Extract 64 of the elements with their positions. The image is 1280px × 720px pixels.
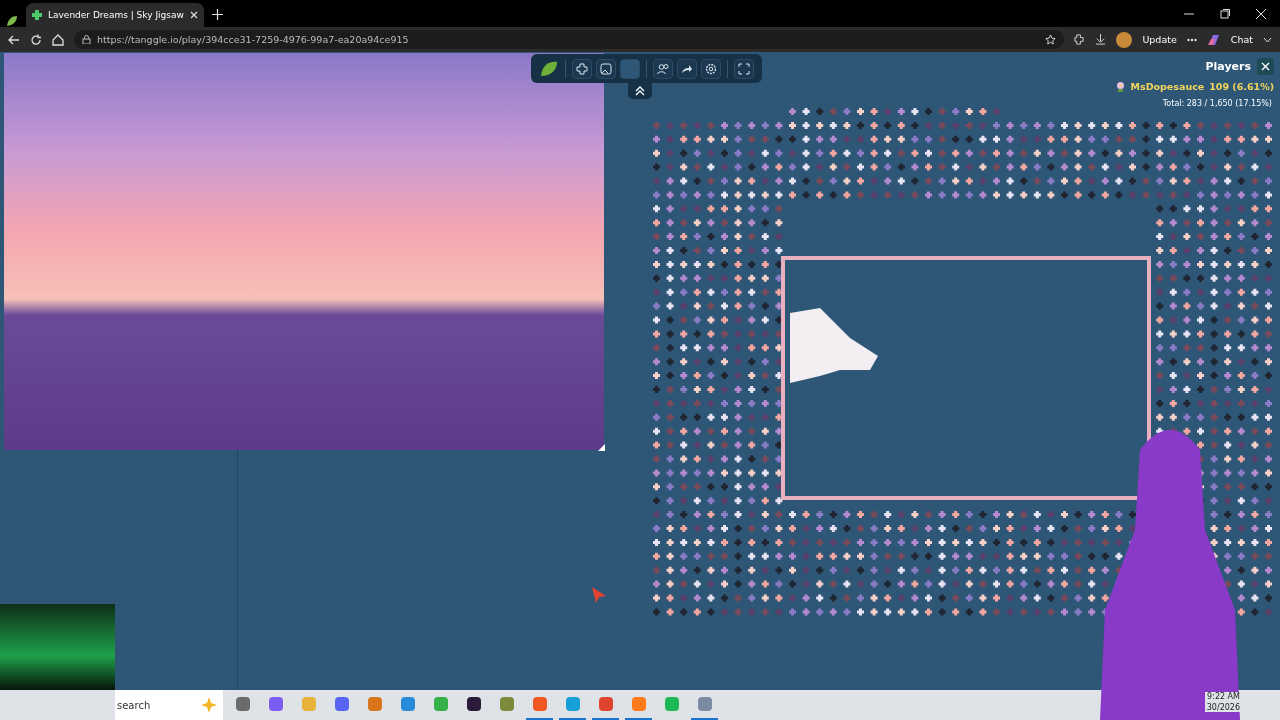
players-title: Players: [1205, 60, 1251, 73]
app-icon: [498, 696, 515, 712]
address-field[interactable]: https://tanggle.io/play/394cce31-7259-4976-99a7-ea20a94ce915: [74, 30, 1065, 49]
image-icon: [600, 62, 612, 75]
chevron-down-icon[interactable]: [1263, 36, 1272, 43]
fullscreen-icon: [738, 62, 750, 75]
extensions-icon[interactable]: [1074, 34, 1086, 45]
puzzle-icon: [576, 62, 588, 75]
double-chevron-up-icon: [635, 86, 645, 96]
close-icon: [1261, 62, 1270, 71]
close-icon[interactable]: [189, 11, 198, 19]
tab-title: Lavender Dreams | Sky Jigsaw: [48, 10, 184, 20]
update-button[interactable]: Update: [1142, 34, 1177, 45]
back-icon[interactable]: [8, 33, 20, 46]
leaf-logo-icon: [539, 59, 559, 78]
app-icon: [300, 696, 317, 712]
resize-handle-icon[interactable]: [598, 444, 605, 451]
app-icon: [465, 696, 482, 712]
app-icon: [630, 696, 647, 712]
player-name: MsDopesauce: [1130, 81, 1205, 92]
player-score: 109 (6.61%): [1209, 81, 1274, 92]
collapse-button[interactable]: [628, 83, 652, 99]
browser-tab[interactable]: Lavender Dreams | Sky Jigsaw: [26, 3, 204, 27]
app-icon: [696, 696, 713, 712]
puzzle-icon: [32, 10, 42, 20]
flower-icon: [1114, 81, 1126, 92]
close-window-icon[interactable]: [1256, 9, 1266, 19]
lock-icon: [82, 35, 91, 44]
search-field[interactable]: search: [115, 690, 223, 720]
close-button[interactable]: [1257, 58, 1274, 75]
home-icon[interactable]: [52, 33, 64, 46]
settings-button[interactable]: [701, 58, 721, 79]
app-icon: [564, 696, 581, 712]
leaf-icon: [6, 15, 18, 27]
total-count: Total: 283 / 1,650 (17.15%): [1160, 98, 1274, 109]
users-icon: [656, 62, 670, 75]
app-icon: [432, 696, 449, 712]
app-icon: [663, 696, 680, 712]
app-icon: [597, 696, 614, 712]
app-icon: [399, 696, 416, 712]
cursor-icon: [591, 586, 607, 604]
app-icon: [333, 696, 350, 712]
app-icon: [267, 696, 284, 712]
new-tab-icon[interactable]: [211, 9, 223, 20]
fullscreen-button[interactable]: [734, 58, 754, 79]
players-button[interactable]: [653, 58, 673, 79]
chat-button[interactable]: Chat: [1230, 34, 1253, 45]
more-icon[interactable]: [1186, 37, 1197, 42]
app-icon: [531, 696, 548, 712]
app-icon: [366, 696, 383, 712]
puzzle-button[interactable]: [572, 58, 592, 79]
image-button[interactable]: [596, 58, 616, 79]
settings-icon: [705, 62, 717, 75]
restore-icon[interactable]: [1220, 9, 1230, 19]
chat-logo-icon: [1206, 32, 1221, 47]
refresh-icon[interactable]: [30, 33, 42, 46]
clock-date: 30/2026: [1206, 703, 1240, 712]
background-color-button[interactable]: [620, 58, 640, 79]
star-icon[interactable]: [1045, 34, 1057, 45]
clock-time: 9:22 AM: [1207, 692, 1240, 701]
profile-avatar-icon[interactable]: [1116, 31, 1133, 48]
download-icon[interactable]: [1095, 34, 1107, 45]
share-button[interactable]: [677, 58, 697, 79]
app-icon: [234, 696, 251, 712]
